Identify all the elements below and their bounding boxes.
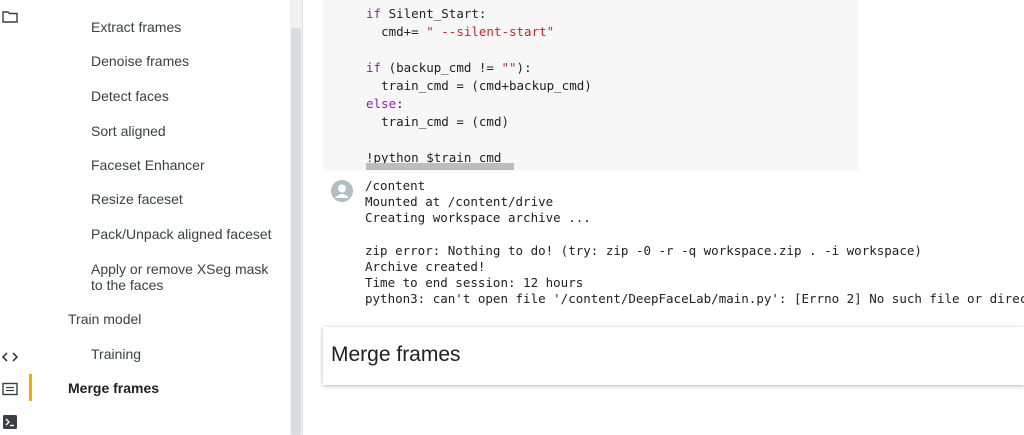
code-line: if (backup_cmd != ""): xyxy=(366,59,592,77)
active-section-indicator xyxy=(29,374,32,401)
panel-divider xyxy=(302,0,303,435)
output-line: zip error: Nothing to do! (try: zip -0 -… xyxy=(365,242,922,258)
toc-item-resize-faceset[interactable]: Resize faceset xyxy=(91,191,281,207)
code-token: (backup_cmd != xyxy=(381,60,502,75)
cell-output: /content Mounted at /content/drive Creatin… xyxy=(365,178,1024,308)
section-heading: Merge frames xyxy=(331,343,461,366)
text-cell[interactable]: Merge frames xyxy=(323,327,1024,385)
code-line: train_cmd = (cmd+backup_cmd) xyxy=(366,77,592,95)
code-token: : xyxy=(396,96,404,111)
code-string: " --silent-start" xyxy=(426,24,555,39)
left-icon-rail xyxy=(0,0,27,435)
code-line: if Silent_Start: xyxy=(366,5,592,23)
code-cell[interactable]: if Silent_Start: cmd+= " --silent-start"… xyxy=(323,0,858,171)
folder-icon[interactable] xyxy=(1,8,19,26)
code-line: else: xyxy=(366,95,592,113)
code-editor[interactable]: if Silent_Start: cmd+= " --silent-start"… xyxy=(366,5,592,167)
output-line: python3: can't open file '/content/DeepF… xyxy=(365,291,1024,307)
toc-item-detect-faces[interactable]: Detect faces xyxy=(91,88,281,104)
code-keyword: if xyxy=(366,60,382,75)
code-token: ): xyxy=(516,60,532,75)
output-line: Mounted at /content/drive xyxy=(365,194,554,210)
toc-item-pack-unpack-faceset[interactable]: Pack/Unpack aligned faceset xyxy=(91,226,281,242)
code-token: Silent_Start: xyxy=(381,6,487,21)
output-avatar-icon[interactable] xyxy=(331,180,353,202)
code-line: train_cmd = (cmd) xyxy=(366,113,592,131)
code-token: train_cmd = (cmd+backup_cmd) xyxy=(381,78,592,93)
toc-item-extract-frames[interactable]: Extract frames xyxy=(91,19,281,35)
toc-item-train-model[interactable]: Train model xyxy=(68,311,141,327)
toc-item-merge-frames[interactable]: Merge frames xyxy=(68,380,159,396)
code-keyword: if xyxy=(366,6,382,21)
code-horizontal-scrollbar[interactable] xyxy=(366,163,514,170)
toc-item-faceset-enhancer[interactable]: Faceset Enhancer xyxy=(91,157,281,173)
code-token: train_cmd = (cmd) xyxy=(381,114,509,129)
toc-item-apply-remove-xseg[interactable]: Apply or remove XSeg mask to the faces xyxy=(91,261,281,293)
toc-item-sort-aligned[interactable]: Sort aligned xyxy=(91,123,281,139)
toc-item-training[interactable]: Training xyxy=(91,346,281,362)
command-palette-icon[interactable] xyxy=(1,380,19,398)
terminal-icon[interactable] xyxy=(1,413,19,431)
code-string: "" xyxy=(501,60,517,75)
output-line: Time to end session: 12 hours xyxy=(365,275,584,291)
output-line: /content xyxy=(365,178,426,193)
code-keyword: else xyxy=(366,96,397,111)
toc-scrollbar-thumb[interactable] xyxy=(291,28,301,435)
toc-item-denoise-frames[interactable]: Denoise frames xyxy=(91,53,281,69)
output-line: Creating workspace archive ... xyxy=(365,210,591,226)
table-of-contents: Extract frames Denoise frames Detect fac… xyxy=(27,0,290,435)
code-token: cmd+= xyxy=(381,24,427,39)
code-line: cmd+= " --silent-start" xyxy=(366,23,592,41)
code-snippets-icon[interactable] xyxy=(1,348,19,366)
output-line: Archive created! xyxy=(365,259,486,275)
